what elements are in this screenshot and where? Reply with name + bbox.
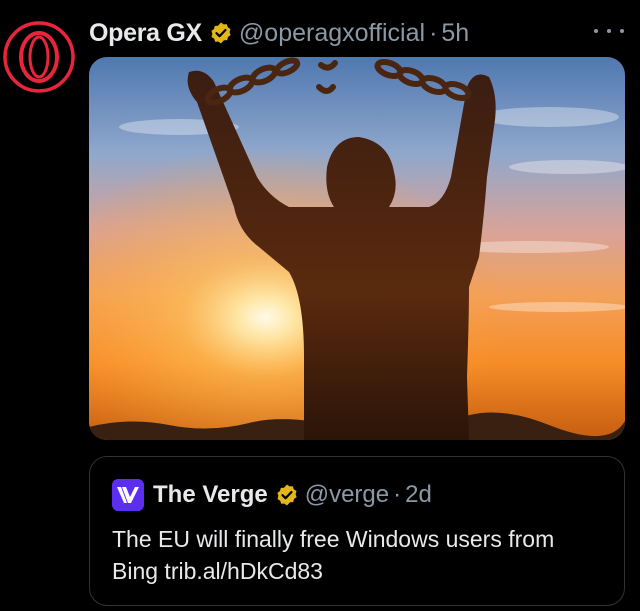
opera-gx-logo-icon [3, 21, 75, 93]
more-dot-icon [620, 29, 624, 33]
tweet[interactable]: Opera GX @operagxofficial · 5h The Verge… [0, 0, 640, 611]
more-dot-icon [594, 29, 598, 33]
separator-dot: · [393, 481, 402, 508]
quoted-post[interactable]: The Verge @verge · 2d The EU will finall… [89, 456, 625, 606]
verified-badge-icon[interactable] [209, 21, 233, 45]
silhouette-breaking-chains-image [89, 57, 625, 440]
verified-badge-icon[interactable] [275, 483, 299, 507]
avatar[interactable] [3, 21, 75, 93]
the-verge-logo-icon[interactable] [112, 479, 144, 511]
quoted-post-timestamp[interactable]: 2d [405, 481, 432, 509]
more-options-button[interactable] [594, 24, 624, 38]
post-timestamp[interactable]: 5h [441, 19, 469, 48]
separator-dot: · [429, 18, 438, 47]
post-header: Opera GX @operagxofficial · 5h [89, 14, 630, 52]
more-dot-icon [607, 29, 611, 33]
verge-v-icon [117, 487, 139, 503]
author-name[interactable]: Opera GX [89, 19, 202, 48]
quoted-author-handle[interactable]: @verge [305, 481, 389, 509]
author-handle[interactable]: @operagxofficial [239, 19, 425, 48]
quoted-author-name[interactable]: The Verge [153, 481, 268, 509]
post-image[interactable] [89, 57, 625, 440]
quoted-post-text: The EU will finally free Windows users f… [112, 526, 555, 584]
quoted-post-header: The Verge @verge · 2d [112, 479, 432, 511]
